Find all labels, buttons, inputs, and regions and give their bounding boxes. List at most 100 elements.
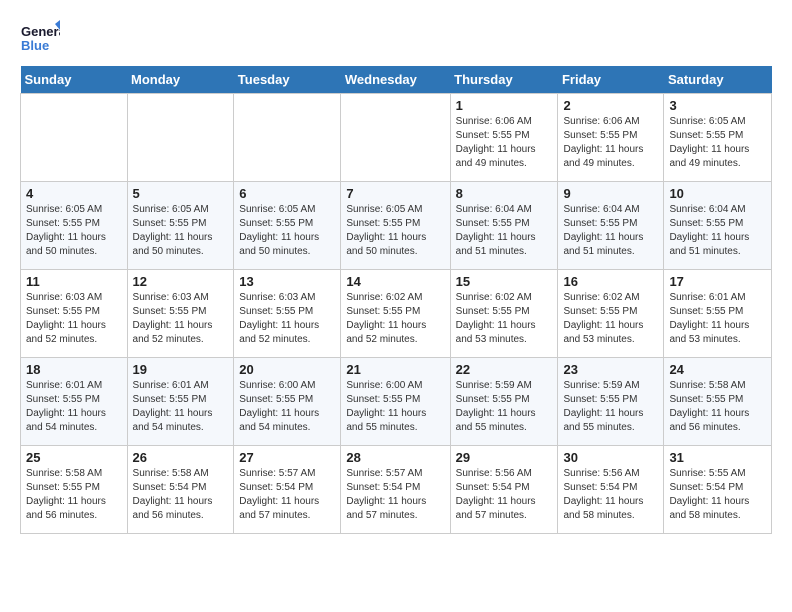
day-cell: 18 Sunrise: 6:01 AM Sunset: 5:55 PM Dayli… [21,358,128,446]
day-detail: Sunrise: 6:00 AM Sunset: 5:55 PM Dayligh… [346,379,444,435]
day-cell: 24 Sunrise: 5:58 AM Sunset: 5:55 PM Dayli… [664,358,772,446]
day-detail: Sunrise: 6:01 AM Sunset: 5:55 PM Dayligh… [669,291,766,347]
day-number: 21 [346,362,444,377]
day-cell: 19 Sunrise: 6:01 AM Sunset: 5:55 PM Dayli… [127,358,234,446]
day-cell: 21 Sunrise: 6:00 AM Sunset: 5:55 PM Dayli… [341,358,450,446]
day-number: 23 [563,362,658,377]
day-number: 7 [346,186,444,201]
day-number: 28 [346,450,444,465]
day-detail: Sunrise: 5:57 AM Sunset: 5:54 PM Dayligh… [346,467,444,523]
day-number: 24 [669,362,766,377]
day-number: 29 [456,450,553,465]
day-number: 1 [456,98,553,113]
day-cell: 11Sunrise: 6:03 AM Sunset: 5:55 PM Dayli… [21,270,128,358]
day-cell [234,94,341,182]
svg-text:Blue: Blue [21,38,49,53]
day-cell: 16 Sunrise: 6:02 AM Sunset: 5:55 PM Dayli… [558,270,664,358]
day-cell: 26Sunrise: 5:58 AM Sunset: 5:54 PM Dayli… [127,446,234,534]
day-detail: Sunrise: 6:02 AM Sunset: 5:55 PM Dayligh… [563,291,658,347]
day-cell: 5 Sunrise: 6:05 AM Sunset: 5:55 PM Daylig… [127,182,234,270]
day-number: 17 [669,274,766,289]
day-cell: 2 Sunrise: 6:06 AM Sunset: 5:55 PM Daylig… [558,94,664,182]
day-cell [21,94,128,182]
week-row-4: 18 Sunrise: 6:01 AM Sunset: 5:55 PM Dayli… [21,358,772,446]
day-detail: Sunrise: 6:00 AM Sunset: 5:55 PM Dayligh… [239,379,335,435]
day-detail: Sunrise: 5:59 AM Sunset: 5:55 PM Dayligh… [563,379,658,435]
day-cell: 1 Sunrise: 6:06 AM Sunset: 5:55 PM Daylig… [450,94,558,182]
day-number: 15 [456,274,553,289]
day-detail: Sunrise: 5:59 AM Sunset: 5:55 PM Dayligh… [456,379,553,435]
day-cell: 20Sunrise: 6:00 AM Sunset: 5:55 PM Dayli… [234,358,341,446]
day-detail: Sunrise: 6:06 AM Sunset: 5:55 PM Dayligh… [456,115,553,171]
day-detail: Sunrise: 6:01 AM Sunset: 5:55 PM Dayligh… [26,379,122,435]
day-cell: 22 Sunrise: 5:59 AM Sunset: 5:55 PM Dayli… [450,358,558,446]
day-number: 5 [133,186,229,201]
day-number: 30 [563,450,658,465]
day-cell: 14Sunrise: 6:02 AM Sunset: 5:55 PM Dayli… [341,270,450,358]
day-detail: Sunrise: 6:04 AM Sunset: 5:55 PM Dayligh… [563,203,658,259]
day-cell: 8Sunrise: 6:04 AM Sunset: 5:55 PM Daylig… [450,182,558,270]
day-number: 31 [669,450,766,465]
day-detail: Sunrise: 6:05 AM Sunset: 5:55 PM Dayligh… [346,203,444,259]
day-detail: Sunrise: 5:56 AM Sunset: 5:54 PM Dayligh… [456,467,553,523]
day-cell: 12Sunrise: 6:03 AM Sunset: 5:55 PM Dayli… [127,270,234,358]
day-number: 19 [133,362,229,377]
day-detail: Sunrise: 6:03 AM Sunset: 5:55 PM Dayligh… [26,291,122,347]
week-row-5: 25Sunrise: 5:58 AM Sunset: 5:55 PM Dayli… [21,446,772,534]
week-row-2: 4Sunrise: 6:05 AM Sunset: 5:55 PM Daylig… [21,182,772,270]
day-number: 16 [563,274,658,289]
header-cell-friday: Friday [558,66,664,94]
day-cell: 4Sunrise: 6:05 AM Sunset: 5:55 PM Daylig… [21,182,128,270]
day-cell: 10Sunrise: 6:04 AM Sunset: 5:55 PM Dayli… [664,182,772,270]
day-cell: 25Sunrise: 5:58 AM Sunset: 5:55 PM Dayli… [21,446,128,534]
day-detail: Sunrise: 6:02 AM Sunset: 5:55 PM Dayligh… [346,291,444,347]
day-cell: 15 Sunrise: 6:02 AM Sunset: 5:55 PM Dayli… [450,270,558,358]
day-cell: 23 Sunrise: 5:59 AM Sunset: 5:55 PM Dayli… [558,358,664,446]
day-cell: 7 Sunrise: 6:05 AM Sunset: 5:55 PM Daylig… [341,182,450,270]
day-detail: Sunrise: 5:58 AM Sunset: 5:55 PM Dayligh… [669,379,766,435]
header-row: SundayMondayTuesdayWednesdayThursdayFrid… [21,66,772,94]
day-cell [341,94,450,182]
day-number: 9 [563,186,658,201]
day-number: 8 [456,186,553,201]
day-cell: 17 Sunrise: 6:01 AM Sunset: 5:55 PM Dayli… [664,270,772,358]
day-cell: 30Sunrise: 5:56 AM Sunset: 5:54 PM Dayli… [558,446,664,534]
logo-svg: General Blue [20,20,60,60]
day-number: 18 [26,362,122,377]
day-number: 13 [239,274,335,289]
calendar-body: 1 Sunrise: 6:06 AM Sunset: 5:55 PM Daylig… [21,94,772,534]
day-cell: 13Sunrise: 6:03 AM Sunset: 5:55 PM Dayli… [234,270,341,358]
day-number: 12 [133,274,229,289]
day-detail: Sunrise: 6:05 AM Sunset: 5:55 PM Dayligh… [669,115,766,171]
day-detail: Sunrise: 6:04 AM Sunset: 5:55 PM Dayligh… [669,203,766,259]
header-cell-saturday: Saturday [664,66,772,94]
week-row-3: 11Sunrise: 6:03 AM Sunset: 5:55 PM Dayli… [21,270,772,358]
day-detail: Sunrise: 6:05 AM Sunset: 5:55 PM Dayligh… [133,203,229,259]
calendar-header: SundayMondayTuesdayWednesdayThursdayFrid… [21,66,772,94]
day-number: 2 [563,98,658,113]
day-cell: 28 Sunrise: 5:57 AM Sunset: 5:54 PM Dayli… [341,446,450,534]
day-number: 3 [669,98,766,113]
header-cell-thursday: Thursday [450,66,558,94]
day-detail: Sunrise: 6:05 AM Sunset: 5:55 PM Dayligh… [26,203,122,259]
logo: General Blue [20,20,56,56]
day-number: 27 [239,450,335,465]
header-cell-wednesday: Wednesday [341,66,450,94]
day-number: 26 [133,450,229,465]
calendar-table: SundayMondayTuesdayWednesdayThursdayFrid… [20,66,772,534]
page-header: General Blue [20,20,772,56]
day-detail: Sunrise: 6:02 AM Sunset: 5:55 PM Dayligh… [456,291,553,347]
day-cell: 27Sunrise: 5:57 AM Sunset: 5:54 PM Dayli… [234,446,341,534]
day-number: 22 [456,362,553,377]
svg-text:General: General [21,24,60,39]
day-cell: 9 Sunrise: 6:04 AM Sunset: 5:55 PM Daylig… [558,182,664,270]
day-detail: Sunrise: 6:01 AM Sunset: 5:55 PM Dayligh… [133,379,229,435]
header-cell-tuesday: Tuesday [234,66,341,94]
day-number: 6 [239,186,335,201]
header-cell-sunday: Sunday [21,66,128,94]
day-detail: Sunrise: 6:06 AM Sunset: 5:55 PM Dayligh… [563,115,658,171]
week-row-1: 1 Sunrise: 6:06 AM Sunset: 5:55 PM Daylig… [21,94,772,182]
day-detail: Sunrise: 6:05 AM Sunset: 5:55 PM Dayligh… [239,203,335,259]
day-cell: 31Sunrise: 5:55 AM Sunset: 5:54 PM Dayli… [664,446,772,534]
day-cell: 3 Sunrise: 6:05 AM Sunset: 5:55 PM Daylig… [664,94,772,182]
